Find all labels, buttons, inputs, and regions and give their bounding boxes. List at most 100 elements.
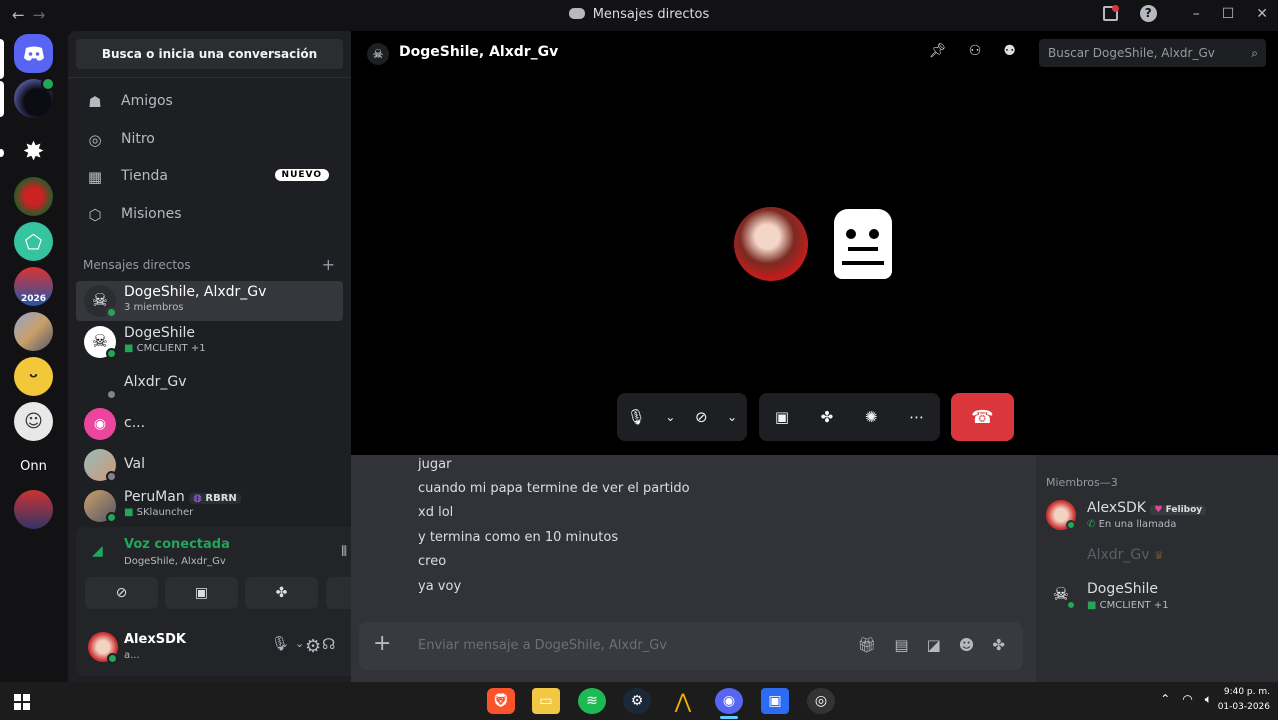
volume-icon[interactable]: 🔈︎ — [1205, 692, 1212, 707]
server-anime[interactable] — [14, 490, 53, 529]
spotify-icon[interactable]: ≋ — [578, 688, 606, 714]
win-pane — [14, 703, 21, 710]
voice-connected-title[interactable]: Voz conectada — [124, 537, 230, 552]
mic-chevron-icon[interactable]: ⌄ — [665, 410, 675, 424]
voice-channel-name[interactable]: DogeShile, Alxdr_Gv — [124, 556, 226, 567]
server-smiley[interactable]: ᵕ — [14, 357, 53, 396]
dm-item-alxdr[interactable]: Alxdr_Gv — [76, 363, 343, 403]
noise-suppression-icon[interactable]: ⦀ — [341, 544, 347, 560]
camera-off-icon[interactable]: ⊘ — [695, 408, 708, 426]
windows-start-icon[interactable] — [14, 694, 30, 710]
dm-item-c[interactable]: ◉ c... — [76, 404, 343, 444]
dot-indicator — [0, 149, 4, 157]
dm-item-dogeshile[interactable]: ☠ DogeShile ■ CMCLIENT +1 — [76, 322, 343, 362]
nav-quests[interactable]: ⬡ Misiones — [76, 197, 343, 231]
message: xd lol — [418, 505, 454, 520]
member-name[interactable]: DogeShile — [1087, 581, 1158, 597]
steam-icon[interactable]: ⚙ — [623, 688, 651, 714]
server-voice[interactable] — [14, 77, 55, 118]
status-offline — [106, 389, 117, 400]
minimize-button[interactable]: – — [1193, 6, 1200, 22]
nitro-icon: ◎ — [88, 131, 102, 149]
settings-icon[interactable]: ⚙ — [305, 636, 321, 657]
nav-quests-label: Misiones — [121, 206, 182, 222]
search-input[interactable]: Buscar DogeShile, Alxdr_Gv ⌕ — [1039, 39, 1266, 67]
unread-indicator — [0, 81, 4, 117]
participant-avatar-dogeshile[interactable] — [826, 207, 900, 281]
clock[interactable]: 9:40 p. m. 01-03-2026 — [1218, 685, 1270, 715]
gift-icon[interactable]: 🎁︎ — [857, 636, 876, 654]
nav-nitro[interactable]: ◎ Nitro — [76, 122, 343, 156]
nav-friends[interactable]: ☗ Amigos — [76, 84, 343, 118]
dm-item-peruman[interactable]: PeruMan ◍ RBRN ■ SKlauncher — [76, 486, 343, 526]
app-blue-icon[interactable]: ▣ — [761, 688, 789, 714]
end-call-button[interactable]: ☎ — [951, 393, 1014, 441]
maximize-button[interactable]: ☐ — [1222, 6, 1235, 22]
skull-figure — [834, 209, 892, 279]
dm-item-val[interactable]: Val — [76, 445, 343, 485]
apps-icon[interactable]: ✤ — [992, 636, 1005, 654]
mic-icon[interactable]: 🎙︎ — [627, 408, 646, 426]
activities-icon[interactable]: ✤ — [821, 408, 834, 426]
headphones-icon[interactable]: ☊ — [322, 635, 335, 653]
status-offline — [106, 471, 117, 482]
discord-taskbar-icon[interactable]: ◉ — [715, 688, 743, 714]
launcher-icon[interactable]: ⋀ — [669, 688, 697, 714]
call-actions: ▣ ✤ ✺ ⋯ — [759, 393, 940, 441]
sticker-icon[interactable]: ◪ — [927, 636, 941, 654]
emoji-icon[interactable]: ☻ — [959, 636, 975, 654]
camera-off-button[interactable]: ⊘ — [85, 577, 158, 609]
window-controls: ? – ☐ ✕ — [1102, 5, 1268, 22]
status-online — [106, 512, 117, 523]
file-explorer-icon[interactable]: ▭ — [532, 688, 560, 714]
message-input[interactable]: Enviar mensaje a DogeShile, Alxdr_Gv — [418, 638, 667, 653]
gif-icon[interactable]: ▤ — [894, 636, 908, 654]
inbox-icon[interactable] — [1102, 5, 1119, 21]
dm-name: Alxdr_Gv — [124, 374, 187, 390]
audio-video-controls: 🎙︎ ⌄ ⊘ ⌄ — [617, 393, 747, 441]
participant-avatar-alexsdk[interactable] — [734, 207, 808, 281]
app-circle-icon[interactable]: ◎ — [807, 688, 835, 714]
member-activity-text: En una llamada — [1098, 519, 1177, 530]
server-2026[interactable]: 2026 — [14, 267, 53, 306]
window-title-text: Mensajes directos — [592, 7, 710, 22]
pin-icon[interactable]: 📌︎ — [929, 43, 947, 59]
soundboard-icon[interactable]: ✺ — [865, 408, 878, 426]
member-name[interactable]: AlexSDK ♥ Feliboy — [1087, 500, 1207, 516]
headphones-chevron-icon[interactable]: ⌄ — [280, 637, 289, 650]
server-onn[interactable]: Onn — [14, 447, 53, 486]
tray-chevron-icon[interactable]: ⌃ — [1160, 692, 1170, 707]
dm-subtitle: 3 miembros — [124, 302, 184, 313]
close-button[interactable]: ✕ — [1256, 6, 1268, 22]
wifi-icon[interactable]: ◠ — [1182, 692, 1192, 707]
screen-share-button[interactable]: ▣ — [165, 577, 238, 609]
more-icon[interactable]: ⋯ — [909, 408, 924, 426]
server-sketch[interactable]: ☺ — [14, 402, 53, 441]
member-list-icon[interactable]: ⚉ — [1003, 43, 1016, 59]
server-star[interactable]: ✸ — [14, 132, 53, 171]
window-title: Mensajes directos — [0, 7, 1278, 22]
screen-share-icon[interactable]: ▣ — [775, 408, 789, 426]
mic-chevron-icon[interactable]: ⌄ — [295, 637, 304, 650]
brave-icon[interactable]: 🦁︎ — [487, 688, 515, 714]
help-icon[interactable]: ? — [1139, 5, 1157, 22]
create-dm-icon[interactable]: + — [322, 255, 335, 274]
window-titlebar: ← → Mensajes directos ? – ☐ ✕ — [0, 0, 1278, 31]
member-name-offline[interactable]: Alxdr_Gv ♛ — [1087, 547, 1164, 563]
home-button[interactable] — [14, 34, 53, 73]
member-activity: ✆ En una llamada — [1087, 519, 1176, 530]
user-name[interactable]: AlexSDK — [124, 632, 186, 647]
dm-panel: Busca o inicia una conversación ☗ Amigos… — [68, 31, 411, 682]
channel-title[interactable]: DogeShile, Alxdr_Gv — [399, 44, 558, 60]
server-landscape[interactable] — [14, 312, 53, 351]
dm-name: PeruMan ◍ RBRN — [124, 489, 241, 505]
server-red[interactable] — [14, 177, 53, 216]
find-conversation-button[interactable]: Busca o inicia una conversación — [76, 39, 343, 69]
server-pentagon[interactable]: ⬠ — [14, 222, 53, 261]
activities-button[interactable]: ✤ — [245, 577, 318, 609]
camera-chevron-icon[interactable]: ⌄ — [727, 410, 737, 424]
nav-shop[interactable]: ▦ Tienda NUEVO — [76, 159, 343, 193]
attach-plus-button[interactable]: + — [373, 631, 391, 656]
dm-item-group[interactable]: ☠ DogeShile, Alxdr_Gv 3 miembros — [76, 281, 343, 321]
add-friends-icon[interactable]: ⚇ — [969, 43, 982, 59]
